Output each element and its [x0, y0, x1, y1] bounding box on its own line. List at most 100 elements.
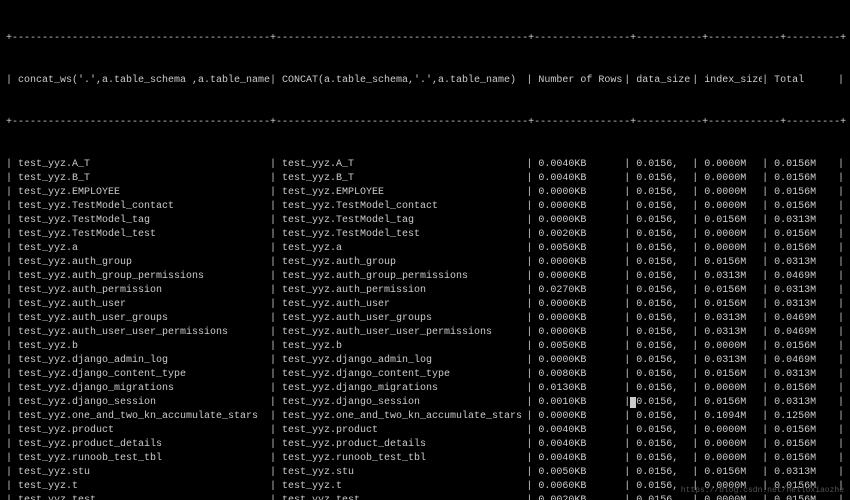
cell-index-size: 0.0000M — [704, 382, 762, 396]
cell-schema-table: test_yyz.django_admin_log — [18, 354, 270, 368]
cell-total: 0.0156M — [774, 340, 832, 354]
cell-concat: test_yyz.a — [282, 242, 526, 256]
cell-data-size: 0.0156, — [636, 298, 692, 312]
col-header-5: index_size — [704, 74, 762, 88]
cell-rows: 0.0040KB — [538, 172, 624, 186]
cell-total: 0.0313M — [774, 368, 832, 382]
cell-data-size: 0.0156, — [636, 340, 692, 354]
cell-concat: test_yyz.one_and_two_kn_accumulate_stars — [282, 410, 526, 424]
cell-schema-table: test_yyz.TestModel_test — [18, 228, 270, 242]
cell-total: 0.0156M — [774, 186, 832, 200]
cell-rows: 0.0000KB — [538, 214, 624, 228]
cell-data-size: 0.0156, — [636, 466, 692, 480]
cell-data-size: 0.0156, — [636, 256, 692, 270]
separator-mid: +---------------------------------------… — [6, 116, 844, 130]
cell-schema-table: test_yyz.auth_user_groups — [18, 312, 270, 326]
cell-index-size: 0.0000M — [704, 242, 762, 256]
cell-concat: test_yyz.django_migrations — [282, 382, 526, 396]
cell-total: 0.0313M — [774, 256, 832, 270]
cell-data-size: 0.0156, — [636, 452, 692, 466]
table-row: | test_yyz.auth_user_user_permissions| t… — [6, 326, 844, 340]
cell-rows: 0.0130KB — [538, 382, 624, 396]
cell-schema-table: test_yyz.django_content_type — [18, 368, 270, 382]
cell-concat: test_yyz.product_details — [282, 438, 526, 452]
cell-rows: 0.0060KB — [538, 480, 624, 494]
table-row: | test_yyz.auth_group_permissions| test_… — [6, 270, 844, 284]
cell-data-size: 0.0156, — [636, 438, 692, 452]
cell-index-size: 0.0000M — [704, 452, 762, 466]
col-header-2: CONCAT(a.table_schema,'.',a.table_name) — [282, 74, 526, 88]
cell-rows: 0.0000KB — [538, 298, 624, 312]
cell-index-size: 0.0000M — [704, 228, 762, 242]
cell-total: 0.0156M — [774, 452, 832, 466]
cell-data-size: 0.0156, — [636, 270, 692, 284]
table-row: | test_yyz.TestModel_contact| test_yyz.T… — [6, 200, 844, 214]
cell-concat: test_yyz.auth_permission — [282, 284, 526, 298]
cell-concat: test_yyz.b — [282, 340, 526, 354]
cell-schema-table: test_yyz.EMPLOYEE — [18, 186, 270, 200]
cell-total: 0.0313M — [774, 214, 832, 228]
table-row: | test_yyz.one_and_two_kn_accumulate_sta… — [6, 410, 844, 424]
col-header-4: data_size — [636, 74, 692, 88]
cell-schema-table: test_yyz.TestModel_tag — [18, 214, 270, 228]
cell-concat: test_yyz.runoob_test_tbl — [282, 452, 526, 466]
cell-index-size: 0.1094M — [704, 410, 762, 424]
cell-index-size: 0.0156M — [704, 466, 762, 480]
cell-schema-table: test_yyz.TestModel_contact — [18, 200, 270, 214]
cell-schema-table: test_yyz.product_details — [18, 438, 270, 452]
separator-top: +---------------------------------------… — [6, 32, 844, 46]
cell-schema-table: test_yyz.stu — [18, 466, 270, 480]
cell-concat: test_yyz.stu — [282, 466, 526, 480]
cell-total: 0.0156M — [774, 382, 832, 396]
table-row: | test_yyz.django_migrations| test_yyz.d… — [6, 382, 844, 396]
table-row: | test_yyz.b| test_yyz.b| 0.0050KB| 0.01… — [6, 340, 844, 354]
cell-total: 0.0313M — [774, 466, 832, 480]
cell-index-size: 0.0000M — [704, 340, 762, 354]
cell-concat: test_yyz.auth_group — [282, 256, 526, 270]
table-row: | test_yyz.auth_user_groups| test_yyz.au… — [6, 312, 844, 326]
table-row: | test_yyz.A_T| test_yyz.A_T| 0.0040KB| … — [6, 158, 844, 172]
cell-rows: 0.0000KB — [538, 354, 624, 368]
cell-data-size: 0.0156, — [636, 172, 692, 186]
cell-index-size: 0.0313M — [704, 326, 762, 340]
cell-schema-table: test_yyz.auth_group_permissions — [18, 270, 270, 284]
cell-rows: 0.0050KB — [538, 466, 624, 480]
cell-data-size: 0.0156, — [636, 186, 692, 200]
cell-rows: 0.0040KB — [538, 438, 624, 452]
table-row: | test_yyz.django_content_type| test_yyz… — [6, 368, 844, 382]
cell-schema-table: test_yyz.auth_group — [18, 256, 270, 270]
header-row: | concat_ws('.',a.table_schema ,a.table_… — [6, 74, 844, 88]
cell-index-size: 0.0000M — [704, 186, 762, 200]
cell-concat: test_yyz.t — [282, 480, 526, 494]
cell-total: 0.0156M — [774, 158, 832, 172]
cell-data-size: 0.0156, — [636, 200, 692, 214]
watermark: https://blog.csdn.net/helloxiaozhe — [681, 485, 844, 496]
cell-schema-table: test_yyz.runoob_test_tbl — [18, 452, 270, 466]
cell-data-size: 0.0156, — [636, 354, 692, 368]
table-row: | test_yyz.django_admin_log| test_yyz.dj… — [6, 354, 844, 368]
table-body: | test_yyz.A_T| test_yyz.A_T| 0.0040KB| … — [6, 158, 844, 500]
cell-index-size: 0.0313M — [704, 312, 762, 326]
table-row: | test_yyz.product_details| test_yyz.pro… — [6, 438, 844, 452]
table-row: | test_yyz.auth_permission| test_yyz.aut… — [6, 284, 844, 298]
cell-total: 0.0313M — [774, 284, 832, 298]
cell-index-size: 0.0000M — [704, 424, 762, 438]
cell-rows: 0.0000KB — [538, 186, 624, 200]
cell-schema-table: test_yyz.django_migrations — [18, 382, 270, 396]
cell-concat: test_yyz.django_admin_log — [282, 354, 526, 368]
cell-concat: test_yyz.django_session — [282, 396, 526, 410]
cell-index-size: 0.0000M — [704, 200, 762, 214]
cell-concat: test_yyz.auth_user — [282, 298, 526, 312]
cell-total: 0.0156M — [774, 438, 832, 452]
cell-data-size: 0.0156, — [636, 284, 692, 298]
cell-rows: 0.0000KB — [538, 410, 624, 424]
table-row: | test_yyz.stu| test_yyz.stu| 0.0050KB| … — [6, 466, 844, 480]
cell-rows: 0.0270KB — [538, 284, 624, 298]
cell-rows: 0.0000KB — [538, 270, 624, 284]
cell-rows: 0.0020KB — [538, 494, 624, 500]
cell-schema-table: test_yyz.b — [18, 340, 270, 354]
cell-rows: 0.0040KB — [538, 452, 624, 466]
cell-rows: 0.0000KB — [538, 256, 624, 270]
cell-data-size: 0.0156, — [636, 158, 692, 172]
cell-index-size: 0.0156M — [704, 298, 762, 312]
